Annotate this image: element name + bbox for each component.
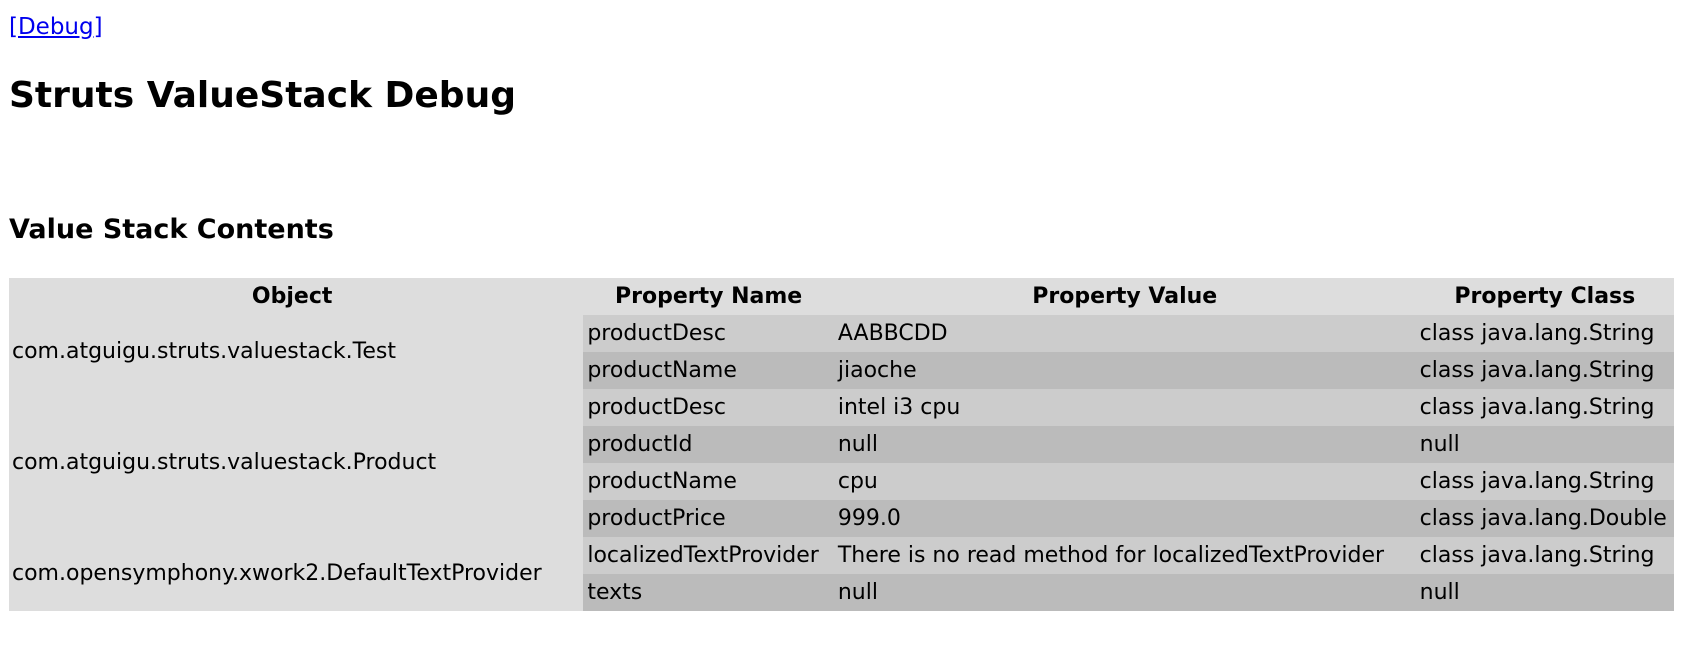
section-title: Value Stack Contents (9, 214, 334, 245)
property-class-cell: class java.lang.String (1415, 352, 1674, 389)
object-cell: com.opensymphony.xwork2.DefaultTextProvi… (9, 537, 576, 611)
property-class-cell: class java.lang.String (1415, 389, 1674, 426)
property-name-cell: texts (583, 574, 834, 611)
column-gap (575, 315, 584, 389)
property-value-cell: cpu (833, 463, 1416, 500)
table-row: com.atguigu.struts.valuestack.Product pr… (9, 389, 1674, 537)
value-stack-table: Object Property Name Property Value Prop… (9, 278, 1674, 611)
column-header-property-class: Property Class (1415, 278, 1674, 315)
column-gap (575, 389, 584, 537)
property-value-cell: AABBCDD (833, 315, 1416, 352)
object-cell: com.atguigu.struts.valuestack.Product (9, 389, 576, 537)
column-gap (575, 537, 584, 611)
property-value-cell: There is no read method for localizedTex… (833, 537, 1416, 574)
table-row: com.atguigu.struts.valuestack.Test produ… (9, 315, 1674, 389)
property-value-cell: jiaoche (833, 352, 1416, 389)
property-value-cell: null (833, 426, 1416, 463)
property-class-cell: class java.lang.String (1415, 537, 1674, 574)
property-name-cell: productDesc (583, 389, 834, 426)
column-header-gap (575, 278, 584, 315)
property-name-cell: productName (583, 352, 834, 389)
property-class-cell: class java.lang.Double (1415, 500, 1674, 537)
property-class-cell: null (1415, 426, 1674, 463)
debug-link[interactable]: [Debug] (9, 14, 103, 42)
property-class-cell: class java.lang.String (1415, 463, 1674, 500)
property-name-cell: productDesc (583, 315, 834, 352)
property-name-cell: productPrice (583, 500, 834, 537)
property-value-cell: 999.0 (833, 500, 1416, 537)
page-title: Struts ValueStack Debug (9, 75, 516, 116)
property-class-cell: null (1415, 574, 1674, 611)
property-name-cell: productId (583, 426, 834, 463)
column-header-property-value: Property Value (833, 278, 1416, 315)
property-value-cell: intel i3 cpu (833, 389, 1416, 426)
column-header-property-name: Property Name (583, 278, 834, 315)
table-header-row: Object Property Name Property Value Prop… (9, 278, 1674, 315)
object-cell: com.atguigu.struts.valuestack.Test (9, 315, 576, 389)
column-header-object: Object (9, 278, 576, 315)
property-name-cell: productName (583, 463, 834, 500)
table-row: com.opensymphony.xwork2.DefaultTextProvi… (9, 537, 1674, 611)
property-name-cell: localizedTextProvider (583, 537, 834, 574)
property-value-cell: null (833, 574, 1416, 611)
property-class-cell: class java.lang.String (1415, 315, 1674, 352)
